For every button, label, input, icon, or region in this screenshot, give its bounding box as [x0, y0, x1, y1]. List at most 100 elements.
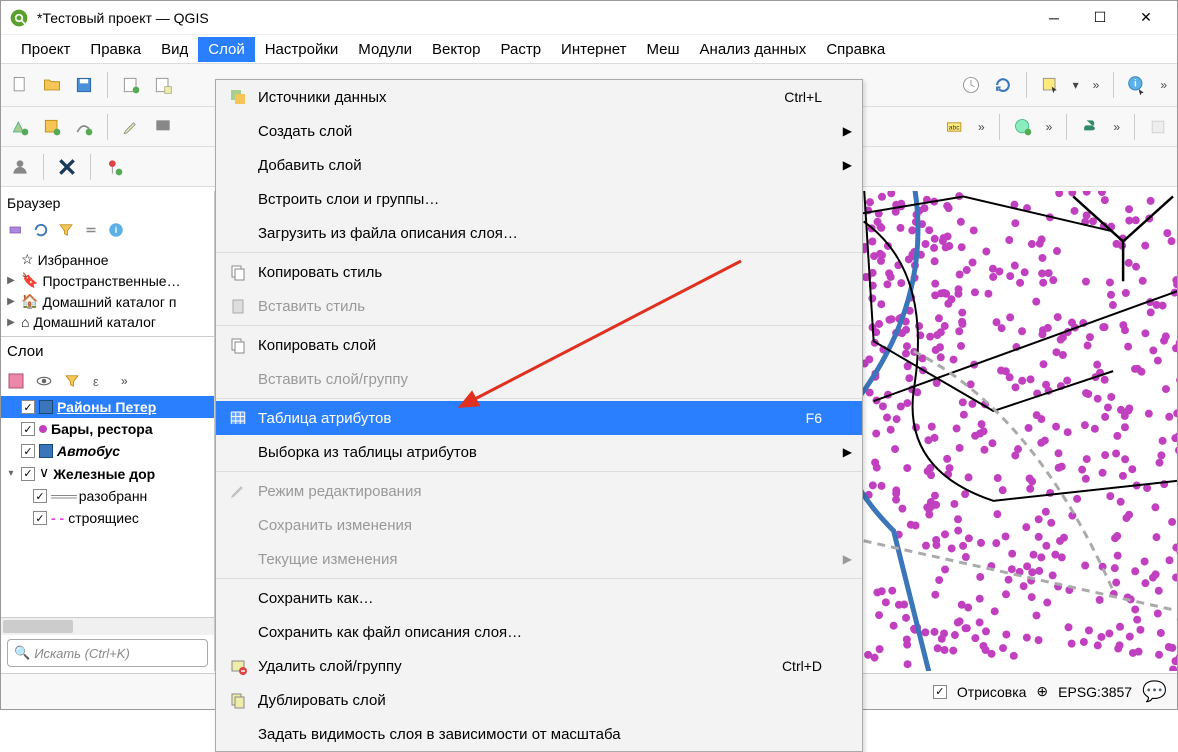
menu-settings[interactable]: Настройки [255, 37, 349, 62]
overflow-layers-icon[interactable]: » [117, 374, 132, 388]
menu-item[interactable]: Копировать стиль [216, 255, 862, 289]
minimize-button[interactable]: ─ [1031, 2, 1077, 34]
menu-web[interactable]: Интернет [551, 37, 636, 62]
add-line-icon[interactable] [71, 114, 97, 140]
menu-item[interactable]: Выборка из таблицы атрибутов▶ [216, 435, 862, 469]
blank-icon [228, 724, 248, 744]
layer-row[interactable]: ✓Бары, рестора [1, 418, 214, 440]
duplicate-icon [228, 690, 248, 710]
globe-icon[interactable] [1010, 114, 1036, 140]
label-icon[interactable]: abc [942, 114, 968, 140]
render-checkbox[interactable]: ✓ [933, 685, 947, 699]
edits-icon[interactable] [150, 114, 176, 140]
locator-search[interactable]: 🔍 Искать (Ctrl+K) [7, 639, 208, 667]
menu-item[interactable]: Загрузить из файла описания слоя… [216, 216, 862, 250]
submenu-arrow-icon: ▶ [843, 445, 852, 459]
refresh-icon[interactable] [990, 72, 1016, 98]
checkbox-icon[interactable]: ✓ [21, 444, 35, 458]
collapse-mini-icon[interactable] [80, 219, 102, 241]
menu-item[interactable]: Источники данныхCtrl+L [216, 80, 862, 114]
select-rect-icon[interactable] [1037, 72, 1063, 98]
menu-item[interactable]: Встроить слои и группы… [216, 182, 862, 216]
help-icon[interactable] [1145, 114, 1171, 140]
add-raster-icon[interactable] [39, 114, 65, 140]
layer-row[interactable]: ▾✓∨Железные дор [1, 462, 214, 485]
checkbox-icon[interactable]: ✓ [33, 489, 47, 503]
current-edits-icon [228, 549, 248, 569]
star-icon: ☆ [21, 251, 34, 268]
user-icon[interactable] [7, 154, 33, 180]
menu-item[interactable]: Создать слой▶ [216, 114, 862, 148]
refresh-mini-icon[interactable] [30, 219, 52, 241]
dropdown-chevron-icon[interactable]: ▾ [1069, 78, 1083, 92]
layer-row[interactable]: ✓═══разобранн [1, 485, 214, 507]
layer-row[interactable]: ✓- -строящиес [1, 507, 214, 529]
checkbox-icon[interactable]: ✓ [21, 400, 35, 414]
filter-layers-icon[interactable] [61, 370, 83, 392]
info-mini-icon[interactable]: i [105, 219, 127, 241]
checkbox-icon[interactable]: ✓ [21, 467, 35, 481]
eye-mini-icon[interactable] [33, 370, 55, 392]
browser-item[interactable]: ▶🏠Домашний каталог п [1, 291, 214, 312]
copy-icon [228, 335, 248, 355]
style-mini-icon[interactable] [5, 370, 27, 392]
identify-icon[interactable]: i [1124, 72, 1150, 98]
checkbox-icon[interactable]: ✓ [21, 422, 35, 436]
menu-project[interactable]: Проект [11, 37, 80, 62]
menu-item[interactable]: Добавить слой▶ [216, 148, 862, 182]
menu-item[interactable]: Копировать слой [216, 328, 862, 362]
browser-item[interactable]: ☆Избранное [1, 249, 214, 270]
menu-item[interactable]: Дублировать слой [216, 683, 862, 717]
menu-edit[interactable]: Правка [80, 37, 151, 62]
menu-plugins[interactable]: Модули [348, 37, 422, 62]
menu-processing[interactable]: Анализ данных [690, 37, 817, 62]
menu-item[interactable]: Сохранить как файл описания слоя… [216, 615, 862, 649]
menu-item-label: Копировать стиль [258, 264, 382, 281]
menu-vector[interactable]: Вектор [422, 37, 490, 62]
left-panel: Браузер i ☆Избранное ▶🔖Пространственные…… [1, 191, 215, 671]
python-icon[interactable] [1077, 114, 1103, 140]
menu-item-label: Задать видимость слоя в зависимости от м… [258, 726, 621, 743]
messages-icon[interactable]: 💬 [1142, 679, 1167, 704]
submenu-arrow-icon: ▶ [843, 552, 852, 566]
menu-item[interactable]: Сохранить как… [216, 581, 862, 615]
overflow-icon[interactable]: » [1089, 78, 1104, 92]
overflow-icon[interactable]: » [1156, 78, 1171, 92]
layout-manager-icon[interactable] [150, 72, 176, 98]
x-logo-icon[interactable] [54, 154, 80, 180]
clock-icon[interactable] [958, 72, 984, 98]
menu-mesh[interactable]: Меш [637, 37, 690, 62]
crs-label[interactable]: EPSG:3857 [1058, 684, 1132, 700]
checkbox-icon[interactable]: ✓ [33, 511, 47, 525]
browser-item[interactable]: ▶🔖Пространственные… [1, 270, 214, 291]
open-folder-icon[interactable] [39, 72, 65, 98]
menu-help[interactable]: Справка [816, 37, 895, 62]
pencil-icon[interactable] [118, 114, 144, 140]
menu-layer[interactable]: Слой [198, 37, 254, 62]
filter-mini-icon[interactable] [55, 219, 77, 241]
layer-row[interactable]: ✓Районы Петер [1, 396, 214, 418]
add-vector-icon[interactable] [7, 114, 33, 140]
add-layer-mini-icon[interactable] [5, 219, 27, 241]
menu-item-label: Таблица атрибутов [258, 410, 391, 427]
maximize-button[interactable]: ☐ [1077, 2, 1123, 34]
menu-view[interactable]: Вид [151, 37, 198, 62]
window-title: *Тестовый проект — QGIS [37, 10, 1031, 26]
menu-item: Вставить стиль [216, 289, 862, 323]
close-button[interactable]: ✕ [1123, 2, 1169, 34]
menu-item[interactable]: Удалить слой/группуCtrl+D [216, 649, 862, 683]
crs-icon[interactable]: ⊕ [1036, 683, 1048, 700]
pin-icon[interactable] [101, 154, 127, 180]
layers-tree: ✓Районы Петер ✓Бары, рестора ✓Автобус ▾✓… [1, 396, 214, 529]
layers-toolbar: ε » [1, 366, 214, 396]
menu-raster[interactable]: Растр [490, 37, 551, 62]
save-icon[interactable] [71, 72, 97, 98]
layout-icon[interactable] [118, 72, 144, 98]
horizontal-scrollbar[interactable] [1, 617, 214, 635]
layer-row[interactable]: ✓Автобус [1, 440, 214, 462]
expression-icon[interactable]: ε [89, 370, 111, 392]
menu-item[interactable]: Задать видимость слоя в зависимости от м… [216, 717, 862, 751]
menu-item[interactable]: Таблица атрибутовF6 [216, 401, 862, 435]
browser-item[interactable]: ▶⌂Домашний каталог [1, 312, 214, 332]
new-project-icon[interactable] [7, 72, 33, 98]
